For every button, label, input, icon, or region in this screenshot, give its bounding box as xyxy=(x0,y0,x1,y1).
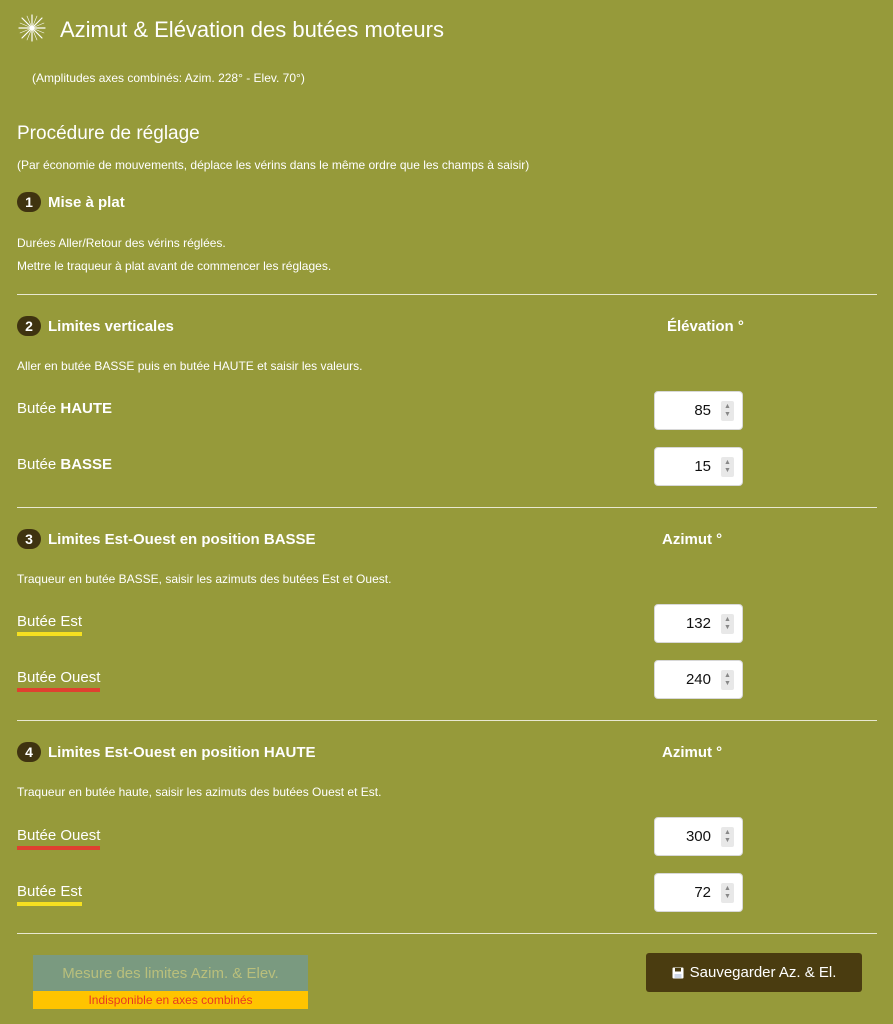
elevation-low-input[interactable]: 15 ▲ ▼ xyxy=(654,447,743,486)
measure-unavailable-note: Indisponible en axes combinés xyxy=(33,991,308,1009)
divider xyxy=(17,507,877,508)
spinner-icon[interactable]: ▲ ▼ xyxy=(721,400,734,421)
step1-heading: 1 Mise à plat xyxy=(17,192,125,212)
step1-title: Mise à plat xyxy=(48,193,125,211)
high-east-label: Butée Est xyxy=(17,883,83,906)
divider xyxy=(17,720,877,721)
step4-description: Traqueur en butée haute, saisir les azim… xyxy=(17,785,382,799)
step4-number: 4 xyxy=(17,742,41,762)
divider xyxy=(17,294,877,295)
high-west-azimuth-input[interactable]: 300 ▲ ▼ xyxy=(654,817,743,856)
step2-heading: 2 Limites verticales xyxy=(17,316,174,336)
sun-star-icon xyxy=(18,14,46,42)
azimuth-column-header-low: Azimut ° xyxy=(662,531,723,548)
step1-line1: Durées Aller/Retour des vérins réglées. xyxy=(17,236,226,250)
low-east-label: Butée Est xyxy=(17,613,83,636)
step4-title: Limites Est-Ouest en position HAUTE xyxy=(48,743,316,761)
step3-title: Limites Est-Ouest en position BASSE xyxy=(48,530,316,548)
spinner-icon[interactable]: ▲ ▼ xyxy=(721,456,734,477)
step3-heading: 3 Limites Est-Ouest en position BASSE xyxy=(17,529,316,549)
amplitude-subtitle: (Amplitudes axes combinés: Azim. 228° - … xyxy=(32,71,305,85)
low-east-azimuth-input[interactable]: 132 ▲ ▼ xyxy=(654,604,743,643)
spinner-icon[interactable]: ▲ ▼ xyxy=(721,882,734,903)
measure-limits-button[interactable]: Mesure des limites Azim. & Elev. xyxy=(33,955,308,991)
step3-description: Traqueur en butée BASSE, saisir les azim… xyxy=(17,572,392,586)
low-west-azimuth-input[interactable]: 240 ▲ ▼ xyxy=(654,660,743,699)
azimuth-column-header-high: Azimut ° xyxy=(662,744,723,761)
low-west-label: Butée Ouest xyxy=(17,669,101,692)
step4-heading: 4 Limites Est-Ouest en position HAUTE xyxy=(17,742,316,762)
procedure-title: Procédure de réglage xyxy=(17,123,200,144)
elevation-high-input[interactable]: 85 ▲ ▼ xyxy=(654,391,743,430)
high-west-label: Butée Ouest xyxy=(17,827,101,850)
step2-description: Aller en butée BASSE puis en butée HAUTE… xyxy=(17,359,363,373)
procedure-note: (Par économie de mouvements, déplace les… xyxy=(17,158,530,172)
elevation-high-label: Butée HAUTE xyxy=(17,400,113,417)
elevation-column-header: Élévation ° xyxy=(667,318,744,335)
spinner-icon[interactable]: ▲ ▼ xyxy=(721,669,734,690)
step1-line2: Mettre le traqueur à plat avant de comme… xyxy=(17,259,332,273)
divider xyxy=(17,933,877,934)
step2-number: 2 xyxy=(17,316,41,336)
save-button-label: Sauvegarder Az. & El. xyxy=(689,964,837,981)
spinner-icon[interactable]: ▲ ▼ xyxy=(721,826,734,847)
step2-title: Limites verticales xyxy=(48,317,174,335)
high-east-azimuth-input[interactable]: 72 ▲ ▼ xyxy=(654,873,743,912)
elevation-low-label: Butée BASSE xyxy=(17,456,113,473)
floppy-disk-icon xyxy=(672,967,684,978)
page-title: Azimut & Elévation des butées moteurs xyxy=(60,17,444,42)
step3-number: 3 xyxy=(17,529,41,549)
save-button[interactable]: Sauvegarder Az. & El. xyxy=(646,953,862,992)
spinner-icon[interactable]: ▲ ▼ xyxy=(721,613,734,634)
step1-number: 1 xyxy=(17,192,41,212)
